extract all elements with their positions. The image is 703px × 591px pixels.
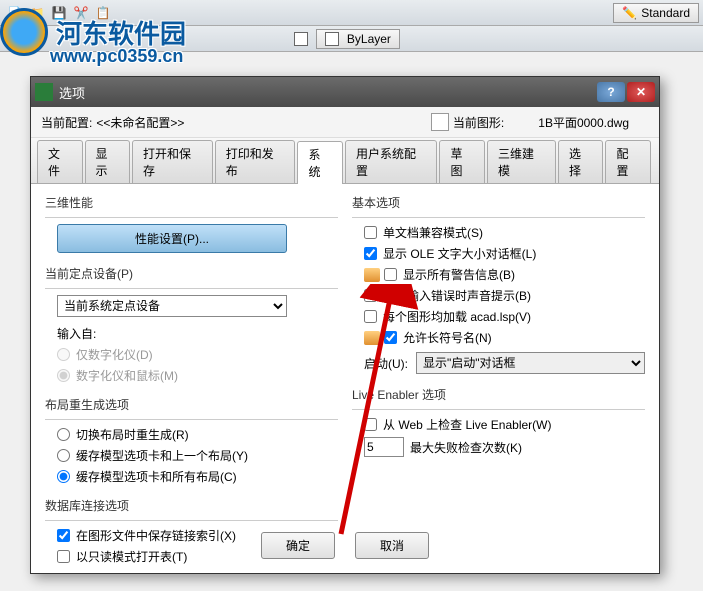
startup-select[interactable]: 显示"启动"对话框: [416, 352, 645, 374]
group-pointing-device: 当前定点设备(P) 当前系统定点设备 输入自: 仅数字化仪(D) 数字化仪和鼠标…: [45, 265, 338, 384]
show-warnings-label: 显示所有警告信息(B): [403, 266, 515, 283]
regen-switch-label: 切换布局时重生成(R): [76, 426, 189, 443]
current-profile-label: 当前配置:: [41, 114, 92, 131]
disk-icon: [364, 268, 380, 282]
single-doc-checkbox[interactable]: [364, 226, 377, 239]
regen-switch-radio[interactable]: [57, 428, 70, 441]
group-3d-performance: 三维性能 性能设置(P)...: [45, 194, 338, 253]
color-icon: [325, 32, 339, 46]
digitizer-mouse-label: 数字化仪和鼠标(M): [76, 367, 178, 384]
dialog-title: 选项: [59, 83, 597, 102]
cancel-button[interactable]: 取消: [355, 532, 429, 559]
color-swatch[interactable]: [294, 32, 308, 46]
watermark-text: 河东软件园: [56, 14, 186, 51]
check-web-label: 从 Web 上检查 Live Enabler(W): [383, 416, 552, 433]
pencil-icon: ✏️: [622, 6, 637, 20]
group-title: Live Enabler 选项: [352, 386, 645, 403]
group-title: 数据库连接选项: [45, 497, 338, 514]
tab-userprefs[interactable]: 用户系统配置: [345, 140, 437, 183]
tab-drafting[interactable]: 草图: [439, 140, 485, 183]
ole-textsize-label: 显示 OLE 文字大小对话框(L): [383, 245, 536, 262]
max-fail-label: 最大失败检查次数(K): [410, 439, 522, 456]
titlebar: 选项 ? ✕: [31, 77, 659, 107]
beep-error-label: 用户输入错误时声音提示(B): [383, 287, 531, 304]
group-title: 基本选项: [352, 194, 645, 211]
bylayer-label: ByLayer: [347, 32, 391, 46]
tab-display[interactable]: 显示: [85, 140, 131, 183]
check-web-checkbox[interactable]: [364, 418, 377, 431]
group-layout-regen: 布局重生成选项 切换布局时重生成(R) 缓存模型选项卡和上一个布局(Y) 缓存模…: [45, 396, 338, 485]
options-dialog: 选项 ? ✕ 当前配置: <<未命名配置>> 当前图形: 1B平面0000.dw…: [30, 76, 660, 574]
long-names-label: 允许长符号名(N): [403, 329, 492, 346]
current-drawing-label: 当前图形:: [453, 114, 504, 131]
watermark-logo-icon: [0, 8, 48, 56]
load-acadlsp-label: 每个图形均加载 acad.lsp(V): [383, 308, 531, 325]
tab-files[interactable]: 文件: [37, 140, 83, 183]
tab-plot[interactable]: 打印和发布: [215, 140, 296, 183]
digitizer-only-radio: [57, 348, 70, 361]
tab-selection[interactable]: 选择: [558, 140, 604, 183]
show-warnings-checkbox[interactable]: [384, 268, 397, 281]
group-live-enabler: Live Enabler 选项 从 Web 上检查 Live Enabler(W…: [352, 386, 645, 457]
drawing-icon: [431, 113, 449, 131]
ole-textsize-checkbox[interactable]: [364, 247, 377, 260]
ok-button[interactable]: 确定: [261, 532, 335, 559]
cache-last-label: 缓存模型选项卡和上一个布局(Y): [76, 447, 248, 464]
group-title: 当前定点设备(P): [45, 265, 338, 282]
bylayer-dropdown[interactable]: ByLayer: [316, 29, 400, 49]
long-names-checkbox[interactable]: [384, 331, 397, 344]
help-button[interactable]: ?: [597, 82, 625, 102]
tab-system[interactable]: 系统: [297, 141, 343, 184]
group-title: 三维性能: [45, 194, 338, 211]
close-button[interactable]: ✕: [627, 82, 655, 102]
cache-all-radio[interactable]: [57, 470, 70, 483]
max-fail-input[interactable]: [364, 437, 404, 457]
profile-info-row: 当前配置: <<未命名配置>> 当前图形: 1B平面0000.dwg: [31, 107, 659, 138]
standard-label: Standard: [641, 6, 690, 20]
tab-opensave[interactable]: 打开和保存: [132, 140, 213, 183]
cache-last-radio[interactable]: [57, 449, 70, 462]
app-icon: [35, 83, 53, 101]
load-acadlsp-checkbox[interactable]: [364, 310, 377, 323]
digitizer-mouse-radio: [57, 369, 70, 382]
group-title: 布局重生成选项: [45, 396, 338, 413]
single-doc-label: 单文档兼容模式(S): [383, 224, 483, 241]
pointing-device-select[interactable]: 当前系统定点设备: [57, 295, 287, 317]
watermark-url: www.pc0359.cn: [50, 46, 183, 67]
beep-error-checkbox[interactable]: [364, 289, 377, 302]
current-profile-value: <<未命名配置>>: [96, 114, 184, 131]
disk-icon: [364, 331, 380, 345]
standard-dropdown[interactable]: ✏️ Standard: [613, 3, 699, 23]
performance-settings-button[interactable]: 性能设置(P)...: [57, 224, 287, 253]
tab-3dmodel[interactable]: 三维建模: [487, 140, 556, 183]
current-drawing-value: 1B平面0000.dwg: [538, 114, 629, 131]
tab-content: 三维性能 性能设置(P)... 当前定点设备(P) 当前系统定点设备 输入自:: [31, 184, 659, 587]
group-basic-options: 基本选项 单文档兼容模式(S) 显示 OLE 文字大小对话框(L) 显示所有警: [352, 194, 645, 374]
input-from-label: 输入自:: [57, 325, 338, 342]
cache-all-label: 缓存模型选项卡和所有布局(C): [76, 468, 237, 485]
digitizer-only-label: 仅数字化仪(D): [76, 346, 153, 363]
dialog-buttons: 确定 取消: [31, 532, 659, 559]
tab-profiles[interactable]: 配置: [605, 140, 651, 183]
tabs: 文件 显示 打开和保存 打印和发布 系统 用户系统配置 草图 三维建模 选择 配…: [31, 138, 659, 184]
startup-label: 启动(U):: [364, 355, 408, 372]
